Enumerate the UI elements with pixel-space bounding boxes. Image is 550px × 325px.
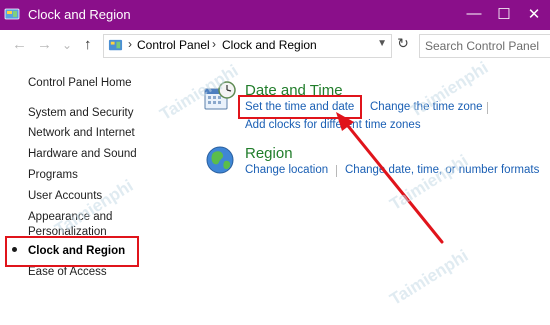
- address-bar: ← → ⌄ ↑ › Control Panel › Clock and Regi…: [0, 30, 550, 60]
- sidebar-item-hardware-and-sound[interactable]: Hardware and Sound: [28, 148, 137, 160]
- sidebar-item-network-and-internet[interactable]: Network and Internet: [28, 127, 135, 139]
- sidebar-item-control-panel-home[interactable]: Control Panel Home: [28, 77, 132, 89]
- breadcrumb-separator-icon: ›: [128, 37, 132, 51]
- control-panel-icon: [4, 8, 20, 20]
- sidebar-item-programs[interactable]: Programs: [28, 169, 78, 181]
- watermark: Taimienphi: [386, 246, 472, 310]
- sidebar: Control Panel Home System and Security N…: [0, 60, 190, 325]
- link-change-location[interactable]: Change location: [245, 164, 328, 176]
- up-arrow-icon[interactable]: ↑: [84, 36, 92, 53]
- back-arrow-icon[interactable]: ←: [12, 36, 27, 53]
- minimize-button[interactable]: —: [459, 5, 489, 22]
- globe-icon: [206, 146, 234, 174]
- category-title-region[interactable]: Region: [245, 145, 293, 162]
- recent-locations-icon[interactable]: ⌄: [62, 38, 72, 52]
- forward-arrow-icon[interactable]: →: [37, 36, 52, 53]
- maximize-button[interactable]: ☐: [489, 5, 519, 23]
- control-panel-icon: [108, 39, 123, 51]
- sidebar-item-system-and-security[interactable]: System and Security: [28, 107, 133, 119]
- window-title: Clock and Region: [28, 7, 131, 22]
- search-input[interactable]: Search Control Panel: [419, 34, 550, 58]
- address-field[interactable]: › Control Panel › Clock and Region ▼: [103, 34, 392, 58]
- chevron-down-icon[interactable]: ▼: [377, 38, 387, 49]
- breadcrumb-clock-and-region[interactable]: Clock and Region: [222, 38, 317, 52]
- sidebar-item-ease-of-access[interactable]: Ease of Access: [28, 266, 107, 278]
- highlight-box-clock-and-region: [5, 236, 139, 267]
- close-button[interactable]: ✕: [519, 5, 549, 23]
- search-placeholder: Search Control Panel: [425, 39, 540, 53]
- refresh-icon[interactable]: ↻: [394, 35, 412, 53]
- breadcrumb-separator-icon: ›: [212, 37, 216, 51]
- breadcrumb-control-panel[interactable]: Control Panel: [137, 38, 210, 52]
- link-divider: [487, 102, 488, 114]
- title-bar: Clock and Region — ☐ ✕: [0, 0, 550, 30]
